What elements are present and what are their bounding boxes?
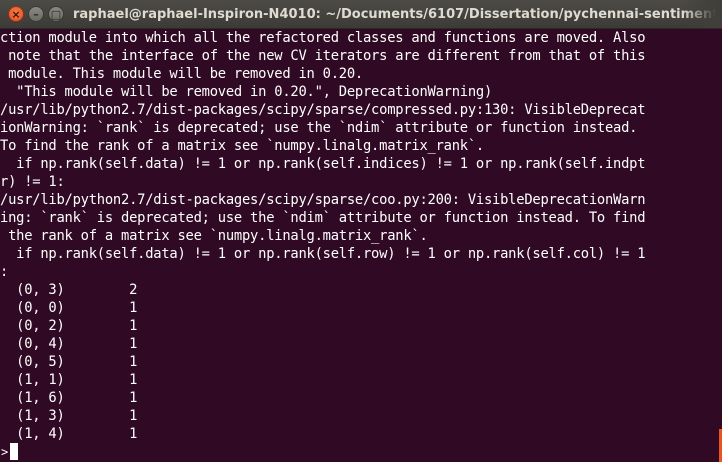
terminal-line: module. This module will be removed in 0…	[0, 66, 363, 82]
matrix-entry: (0, 0) 1	[0, 300, 138, 316]
text-cursor	[10, 443, 18, 460]
prompt-symbol: >	[1, 445, 9, 459]
terminal-line: /usr/lib/python2.7/dist-packages/scipy/s…	[0, 102, 646, 118]
maximize-icon[interactable]: □	[48, 6, 64, 22]
title-bar[interactable]: × – □ raphael@raphael-Inspiron-N4010: ~/…	[0, 0, 722, 29]
terminal-line: if np.rank(self.data) != 1 or np.rank(se…	[0, 246, 646, 262]
matrix-entry: (0, 2) 1	[0, 318, 138, 334]
terminal-line: r) != 1:	[0, 174, 65, 190]
matrix-entry: (1, 6) 1	[0, 390, 138, 406]
matrix-entry: (1, 4) 1	[0, 426, 138, 442]
terminal-line: ionWarning: `rank` is deprecated; use th…	[0, 120, 646, 136]
terminal-output[interactable]: ction module into which all the refactor…	[0, 29, 722, 462]
terminal-line: "This module will be removed in 0.20.", …	[0, 84, 493, 100]
close-icon[interactable]: ×	[8, 6, 24, 22]
terminal-line: if np.rank(self.data) != 1 or np.rank(se…	[0, 156, 646, 172]
matrix-entry: (0, 5) 1	[0, 354, 138, 370]
terminal-line: note that the interface of the new CV it…	[0, 48, 646, 64]
matrix-entry: (0, 4) 1	[0, 336, 138, 352]
terminal-line: ction module into which all the refactor…	[0, 30, 646, 46]
terminal-window: × – □ raphael@raphael-Inspiron-N4010: ~/…	[0, 0, 722, 462]
window-title: raphael@raphael-Inspiron-N4010: ~/Docume…	[73, 7, 722, 22]
matrix-entry: (0, 3) 2	[0, 282, 138, 298]
terminal-line: To find the rank of a matrix see `numpy.…	[0, 138, 484, 154]
matrix-entry: (1, 3) 1	[0, 408, 138, 424]
terminal-line: ing: `rank` is deprecated; use the `ndim…	[0, 210, 646, 226]
terminal-line: the rank of a matrix see `numpy.linalg.m…	[0, 228, 428, 244]
matrix-entry: (1, 1) 1	[0, 372, 138, 388]
minimize-icon[interactable]: –	[28, 6, 44, 22]
terminal-line: /usr/lib/python2.7/dist-packages/scipy/s…	[0, 192, 646, 208]
title-fade	[682, 0, 722, 28]
terminal-line: :	[0, 264, 9, 280]
